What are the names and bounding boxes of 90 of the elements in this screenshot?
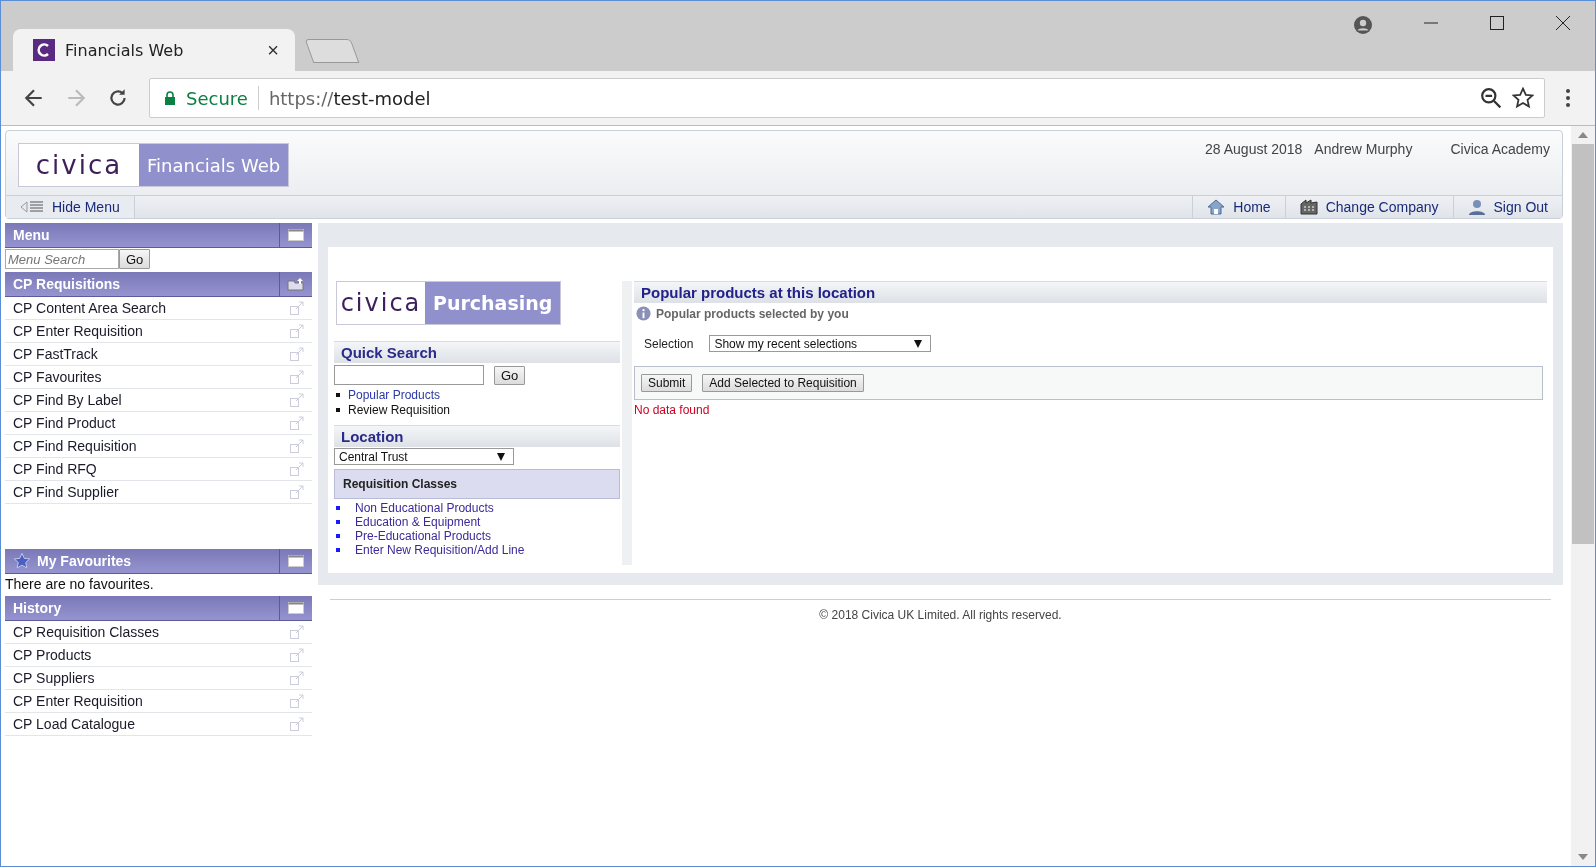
panel-icon[interactable] bbox=[288, 555, 304, 567]
date-text: 28 August 2018 bbox=[1205, 141, 1303, 157]
collapse-menu-icon bbox=[20, 200, 44, 214]
menu-search-field[interactable]: Menu Search bbox=[5, 249, 119, 269]
location-dropdown[interactable]: Central Trust bbox=[334, 448, 514, 465]
go-button[interactable]: Go bbox=[119, 249, 151, 269]
bookmark-star-icon[interactable] bbox=[1512, 87, 1534, 109]
reload-icon[interactable] bbox=[107, 87, 129, 109]
star-icon bbox=[13, 552, 31, 570]
menu-item-label: CP Suppliers bbox=[13, 670, 95, 686]
menu-item-label: CP FastTrack bbox=[13, 346, 98, 362]
info-icon bbox=[636, 306, 651, 321]
empty-favourites-text: There are no favourites. bbox=[5, 575, 155, 594]
menu-item-label: CP Content Area Search bbox=[13, 300, 167, 316]
menu-item-label: CP Find Requisition bbox=[13, 438, 137, 454]
folder-icon[interactable] bbox=[287, 277, 305, 291]
lock-icon bbox=[164, 91, 176, 105]
url-text: https://test-model bbox=[268, 87, 431, 109]
requisition-classes-heading: Requisition Classes bbox=[334, 469, 620, 499]
menu-item-label: CP Find RFQ bbox=[13, 461, 97, 477]
quick-search-heading: Quick Search bbox=[334, 341, 620, 363]
menu-title: Menu bbox=[13, 227, 51, 243]
requisition-class-link[interactable]: Education & Equipment bbox=[355, 515, 481, 529]
popular-products-link[interactable]: Popular Products bbox=[348, 387, 441, 402]
requisition-class-link[interactable]: Non Educational Products bbox=[355, 501, 494, 515]
open-window-icon[interactable] bbox=[290, 625, 304, 639]
home-icon bbox=[1207, 199, 1226, 215]
user-name: Andrew Murphy bbox=[1314, 141, 1413, 157]
location-heading: Location bbox=[334, 425, 620, 447]
requisition-class-link[interactable]: Pre-Educational Products bbox=[355, 529, 492, 543]
open-window-icon[interactable] bbox=[290, 416, 304, 430]
open-window-icon[interactable] bbox=[290, 324, 304, 338]
home-link[interactable]: Home bbox=[1192, 196, 1285, 218]
open-window-icon[interactable] bbox=[290, 671, 304, 685]
open-window-icon[interactable] bbox=[290, 439, 304, 453]
building-icon bbox=[1299, 199, 1318, 215]
menu-item-label: CP Enter Requisition bbox=[13, 323, 143, 339]
organisation-name: Civica Academy bbox=[1450, 141, 1550, 157]
address-bar[interactable]: Secure https://test-model bbox=[149, 78, 1545, 118]
panel-icon[interactable] bbox=[288, 602, 304, 614]
no-data-message: No data found bbox=[634, 403, 711, 417]
info-text: Popular products selected by you bbox=[656, 306, 849, 321]
purchasing-logo: civica Purchasing bbox=[336, 281, 562, 325]
selection-dropdown[interactable]: Show my recent selections bbox=[709, 335, 932, 352]
footer-text: © 2018 Civica UK Limited. All rights reserved. bbox=[330, 599, 1551, 622]
more-menu-icon[interactable] bbox=[1565, 88, 1571, 108]
tab-title: Financials Web bbox=[65, 40, 185, 60]
profile-icon[interactable] bbox=[1353, 15, 1373, 35]
menu-item-label: CP Requisition Classes bbox=[13, 624, 160, 640]
civica-logo: civica Financials Web bbox=[18, 143, 290, 187]
go-button[interactable]: Go bbox=[494, 365, 526, 385]
open-window-icon[interactable] bbox=[290, 370, 304, 384]
menu-item-label: CP Load Catalogue bbox=[13, 716, 135, 732]
user-icon bbox=[1467, 199, 1486, 215]
open-window-icon[interactable] bbox=[290, 301, 304, 315]
forward-icon[interactable] bbox=[65, 87, 87, 109]
browser-tab[interactable]: Financials Web × bbox=[13, 29, 295, 71]
section-title: History bbox=[13, 600, 63, 616]
submit-button[interactable]: Submit bbox=[641, 374, 693, 392]
menu-item-label: CP Find Supplier bbox=[13, 484, 119, 500]
open-window-icon[interactable] bbox=[290, 485, 304, 499]
close-tab-button[interactable]: × bbox=[267, 38, 279, 62]
change-company-link[interactable]: Change Company bbox=[1284, 196, 1453, 218]
menu-item-label: CP Favourites bbox=[13, 369, 102, 385]
menu-item-label: CP Products bbox=[13, 647, 92, 663]
close-icon[interactable] bbox=[1555, 15, 1571, 31]
open-window-icon[interactable] bbox=[290, 393, 304, 407]
selection-label: Selection bbox=[644, 336, 694, 351]
sign-out-link[interactable]: Sign Out bbox=[1452, 196, 1562, 218]
review-requisition-link[interactable]: Review Requisition bbox=[348, 402, 451, 417]
section-title: My Favourites bbox=[37, 553, 133, 569]
open-window-icon[interactable] bbox=[290, 462, 304, 476]
popular-products-heading: Popular products at this location bbox=[634, 281, 1547, 303]
back-icon[interactable] bbox=[23, 87, 45, 109]
hide-menu-button[interactable]: Hide Menu bbox=[6, 196, 135, 218]
open-window-icon[interactable] bbox=[290, 648, 304, 662]
section-title: CP Requisitions bbox=[13, 276, 122, 292]
open-window-icon[interactable] bbox=[290, 694, 304, 708]
menu-item-label: CP Enter Requisition bbox=[13, 693, 143, 709]
app-logo-icon bbox=[33, 39, 55, 61]
open-window-icon[interactable] bbox=[290, 717, 304, 731]
add-to-requisition-button[interactable]: Add Selected to Requisition bbox=[702, 374, 864, 392]
menu-item-label: CP Find Product bbox=[13, 415, 116, 431]
zoom-icon[interactable] bbox=[1480, 87, 1502, 109]
maximize-icon[interactable] bbox=[1489, 15, 1505, 31]
secure-label: Secure bbox=[186, 87, 248, 109]
panel-icon[interactable] bbox=[288, 229, 304, 241]
open-window-icon[interactable] bbox=[290, 347, 304, 361]
requisition-class-link[interactable]: Enter New Requisition/Add Line bbox=[355, 543, 525, 557]
menu-item-label: CP Find By Label bbox=[13, 392, 122, 408]
